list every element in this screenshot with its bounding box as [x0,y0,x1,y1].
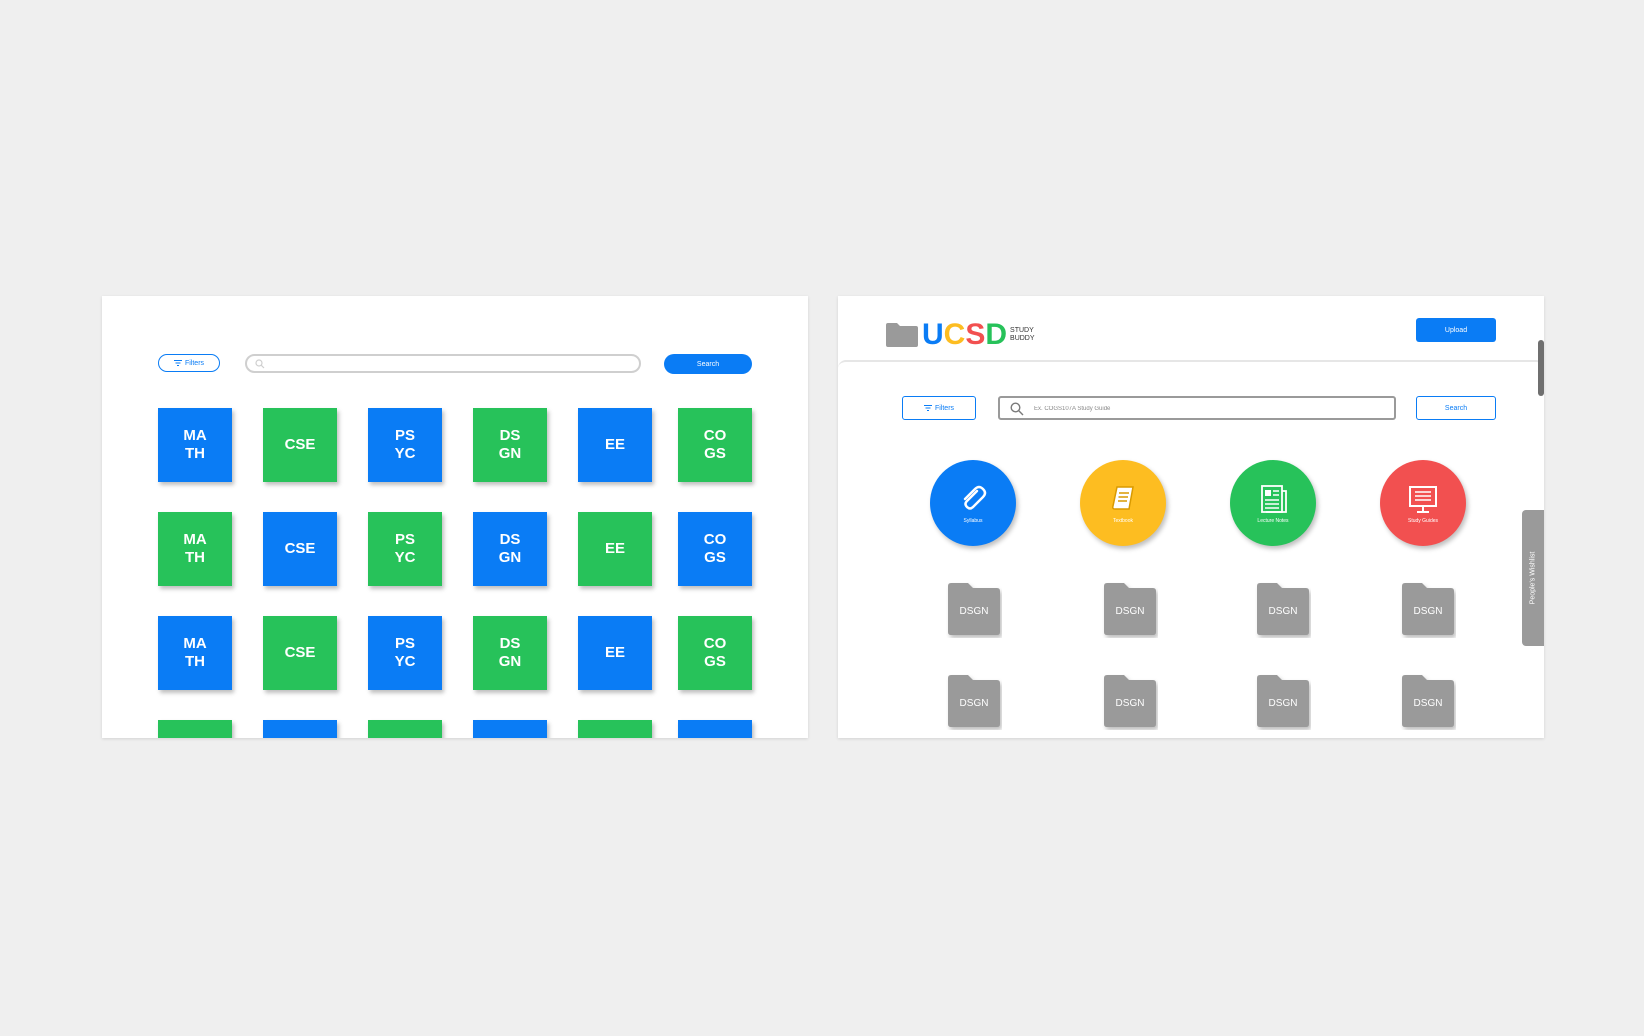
subject-tile[interactable]: MA TH [158,512,232,586]
notes-icon [1261,485,1287,513]
filters-button[interactable]: Filters [158,354,220,372]
course-folder[interactable]: DSGN [1255,582,1311,638]
subject-tile[interactable]: CO GS [678,408,752,482]
app-logo[interactable]: UCSD STUDY BUDDY [886,320,1035,350]
folder-label: DSGN [1268,698,1298,709]
subject-tile[interactable]: EE [578,512,652,586]
course-folder[interactable]: DSGN [946,582,1002,638]
filters-button[interactable]: Filters [902,396,976,420]
course-folder[interactable]: DSGN [1255,674,1311,730]
category-syllabus[interactable]: Syllabus [930,460,1016,546]
folder-label: DSGN [1115,606,1145,617]
paperclip-icon [963,485,987,510]
category-lecture-notes[interactable]: Lecture Notes [1230,460,1316,546]
filters-button-label: Filters [184,359,205,367]
subject-tile[interactable]: PS YC [368,512,442,586]
subject-tile[interactable]: DS GN [473,512,547,586]
folder-label: DSGN [1413,698,1443,709]
filter-icon [173,360,182,366]
subject-tile[interactable]: EE [578,408,652,482]
subject-tile[interactable]: EE [578,616,652,690]
folder-label: DSGN [1413,606,1443,617]
filter-icon [923,405,932,411]
subject-tile[interactable]: CSE [263,512,337,586]
search-input[interactable] [1032,401,1386,417]
search-button[interactable]: Search [664,354,752,374]
logo-subtitle: STUDY BUDDY [1010,327,1035,342]
course-folder[interactable]: DSGN [1400,582,1456,638]
category-label: Lecture Notes [1257,518,1289,524]
folder-label: DSGN [1268,606,1298,617]
search-icon [255,359,265,369]
subject-tile[interactable]: PS YC [368,616,442,690]
subject-tile[interactable]: DS GN [473,408,547,482]
subject-tile[interactable] [678,720,752,738]
folder-label: DSGN [959,606,989,617]
upload-button[interactable]: Upload [1416,318,1496,342]
monitor-icon [1409,486,1437,513]
header-divider [838,360,1544,368]
filters-button-label: Filters [934,404,955,412]
search-button[interactable]: Search [1416,396,1496,420]
subject-tile[interactable]: CO GS [678,512,752,586]
course-folder[interactable]: DSGN [1400,674,1456,730]
course-folder[interactable]: DSGN [1102,582,1158,638]
course-folder[interactable]: DSGN [946,674,1002,730]
subject-tile[interactable]: CSE [263,616,337,690]
subject-tile[interactable] [263,720,337,738]
category-label: Textbook [1112,518,1133,524]
folder-icon [886,323,918,347]
subject-tile[interactable] [473,720,547,738]
study-buddy-panel: UCSD STUDYBUDDY Upload Filters Search Sy… [838,296,1544,738]
book-icon [1112,486,1134,510]
course-folder[interactable]: DSGN [1102,674,1158,730]
folder-label: DSGN [959,698,989,709]
peoples-wishlist-tab[interactable]: People's Wishlist [1522,510,1544,646]
search-field[interactable] [998,396,1396,420]
logo-text: UCSD [922,318,1008,351]
subject-tile[interactable]: CO GS [678,616,752,690]
category-label: Syllabus [963,518,983,524]
course-browser-panel: Filters Search MA TH CSE PS YC DS GN EE CO GS… [102,296,808,738]
scrollbar[interactable] [1538,340,1544,396]
subject-tile[interactable]: DS GN [473,616,547,690]
search-input[interactable] [245,354,641,373]
subject-tile[interactable] [578,720,652,738]
wishlist-label: People's Wishlist [1529,551,1537,605]
category-label: Study Guides [1407,518,1439,524]
search-icon [1010,402,1024,416]
subject-tile[interactable]: MA TH [158,616,232,690]
category-study-guides[interactable]: Study Guides [1380,460,1466,546]
subject-tile[interactable]: CSE [263,408,337,482]
subject-tile[interactable]: MA TH [158,408,232,482]
folder-label: DSGN [1115,698,1145,709]
subject-tile[interactable] [368,720,442,738]
subject-tile[interactable]: PS YC [368,408,442,482]
category-textbook[interactable]: Textbook [1080,460,1166,546]
subject-tile[interactable] [158,720,232,738]
